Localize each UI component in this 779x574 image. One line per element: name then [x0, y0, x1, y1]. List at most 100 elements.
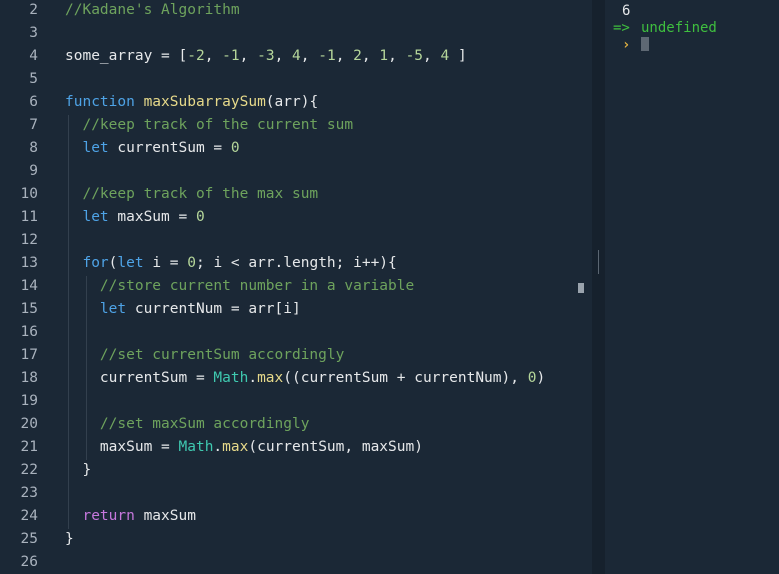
code-token: 1 — [379, 48, 389, 64]
code-token: //keep track of the max sum — [65, 186, 319, 202]
line-number: 20 — [20, 416, 38, 432]
line-number: 3 — [29, 25, 38, 41]
code-token: maxSum = — [117, 209, 196, 225]
code-line[interactable]: //set maxSum accordingly — [65, 413, 310, 436]
code-line[interactable]: //Kadane's Algorithm — [65, 0, 240, 22]
code-token: let — [82, 140, 118, 156]
line-number: 6 — [29, 94, 38, 110]
code-token: Math — [178, 439, 214, 455]
console-return-value: undefined — [641, 20, 717, 36]
code-token: 2 — [353, 48, 362, 64]
line-number: 5 — [29, 71, 38, 87]
code-line[interactable]: } — [65, 459, 91, 482]
console-prompt-icon: › — [622, 37, 631, 53]
code-token: ] — [449, 48, 467, 64]
code-token: , — [361, 48, 380, 64]
code-token: let — [117, 255, 153, 271]
line-number: 15 — [20, 301, 38, 317]
code-token: //Kadane's Algorithm — [65, 2, 240, 18]
code-token: ((currentSum + currentNum), — [283, 370, 528, 386]
console-input-cursor[interactable] — [641, 37, 649, 51]
code-line[interactable]: //keep track of the max sum — [65, 183, 318, 206]
code-token: (currentSum, maxSum) — [248, 439, 423, 455]
code-token: maxSum — [143, 508, 196, 524]
code-token: 4 — [440, 48, 450, 64]
code-token: , — [388, 48, 406, 64]
code-line[interactable]: for(let i = 0; i < arr.length; i++){ — [65, 252, 396, 275]
code-token: let — [82, 209, 118, 225]
code-token: } — [65, 462, 92, 478]
code-token: , — [274, 48, 293, 64]
line-number: 18 — [20, 370, 38, 386]
code-token: . — [213, 439, 223, 455]
code-token: some_array = [ — [65, 48, 188, 64]
line-number-gutter: 2 3 4 5 6 7 8 9 10 11 12 13 14 15 16 17 18 19 20 21 22 23 24 25… — [0, 0, 48, 574]
code-token: 0 — [187, 255, 196, 271]
code-token: -1 — [318, 48, 336, 64]
pane-divider[interactable] — [592, 0, 605, 574]
console-return-arrow: => — [613, 20, 630, 36]
code-token: , — [239, 48, 258, 64]
scroll-position-marker[interactable] — [578, 283, 584, 293]
line-number: 7 — [29, 117, 38, 133]
code-line[interactable]: some_array = [-2, -1, -3, 4, -1, 2, 1, -… — [65, 45, 467, 68]
code-line[interactable]: currentSum = Math.max((currentSum + curr… — [65, 367, 545, 390]
line-number: 23 — [20, 485, 38, 501]
line-number: 8 — [29, 140, 38, 156]
code-token: -1 — [222, 48, 240, 64]
code-line[interactable]: } — [65, 528, 74, 551]
code-line[interactable]: maxSum = Math.max(currentSum, maxSum) — [65, 436, 423, 459]
code-token: -2 — [187, 48, 205, 64]
code-token: maxSubarraySum — [143, 94, 266, 110]
line-number: 2 — [29, 2, 38, 18]
code-token: , — [300, 48, 319, 64]
line-number: 22 — [20, 462, 38, 478]
console-panel[interactable]: 6 => undefined › — [605, 0, 779, 574]
code-token: //set maxSum accordingly — [65, 416, 310, 432]
code-token: } — [65, 531, 74, 547]
line-number: 12 — [20, 232, 38, 248]
code-line[interactable]: let currentNum = arr[i] — [65, 298, 301, 321]
code-token: -5 — [405, 48, 424, 64]
code-token: 0 — [230, 140, 240, 156]
code-token: //store current number in a variable — [65, 278, 415, 294]
code-line[interactable]: return maxSum — [65, 505, 196, 528]
line-number: 17 — [20, 347, 38, 363]
line-number: 16 — [20, 324, 38, 340]
line-number: 13 — [20, 255, 38, 271]
code-line[interactable]: //set currentSum accordingly — [65, 344, 344, 367]
code-token: currentSum = — [65, 370, 214, 386]
code-token: //keep track of the current sum — [65, 117, 354, 133]
code-token: currentSum = — [117, 140, 231, 156]
code-area[interactable]: //Kadane's Algorithm some_array = [-2, -1… — [65, 0, 592, 574]
line-number: 4 — [29, 48, 38, 64]
code-token: , — [335, 48, 354, 64]
code-token: //set currentSum accordingly — [65, 347, 345, 363]
code-token: return — [82, 508, 144, 524]
line-number: 19 — [20, 393, 38, 409]
line-number: 9 — [29, 163, 38, 179]
code-line[interactable]: //store current number in a variable — [65, 275, 414, 298]
code-token: function — [65, 94, 144, 110]
code-token: , — [204, 48, 223, 64]
code-token: for — [82, 255, 109, 271]
pane-resize-handle[interactable] — [598, 250, 599, 274]
code-line[interactable]: let currentSum = 0 — [65, 137, 240, 160]
code-token: 4 — [292, 48, 301, 64]
code-line[interactable]: //keep track of the current sum — [65, 114, 353, 137]
code-editor[interactable]: 2 3 4 5 6 7 8 9 10 11 12 13 14 15 16 17 18 19 20 21 22 23 24 25… — [0, 0, 592, 574]
code-token: currentNum = arr[i] — [134, 301, 301, 317]
code-line[interactable]: function maxSubarraySum(arr){ — [65, 91, 318, 114]
line-number: 14 — [20, 278, 38, 294]
code-token: . — [248, 370, 258, 386]
code-token: max — [257, 370, 284, 386]
code-token: i = — [152, 255, 188, 271]
code-token: (arr){ — [265, 94, 319, 110]
code-token: maxSum = — [65, 439, 179, 455]
code-token: let — [99, 301, 135, 317]
line-number: 26 — [20, 554, 38, 570]
code-line[interactable]: let maxSum = 0 — [65, 206, 204, 229]
